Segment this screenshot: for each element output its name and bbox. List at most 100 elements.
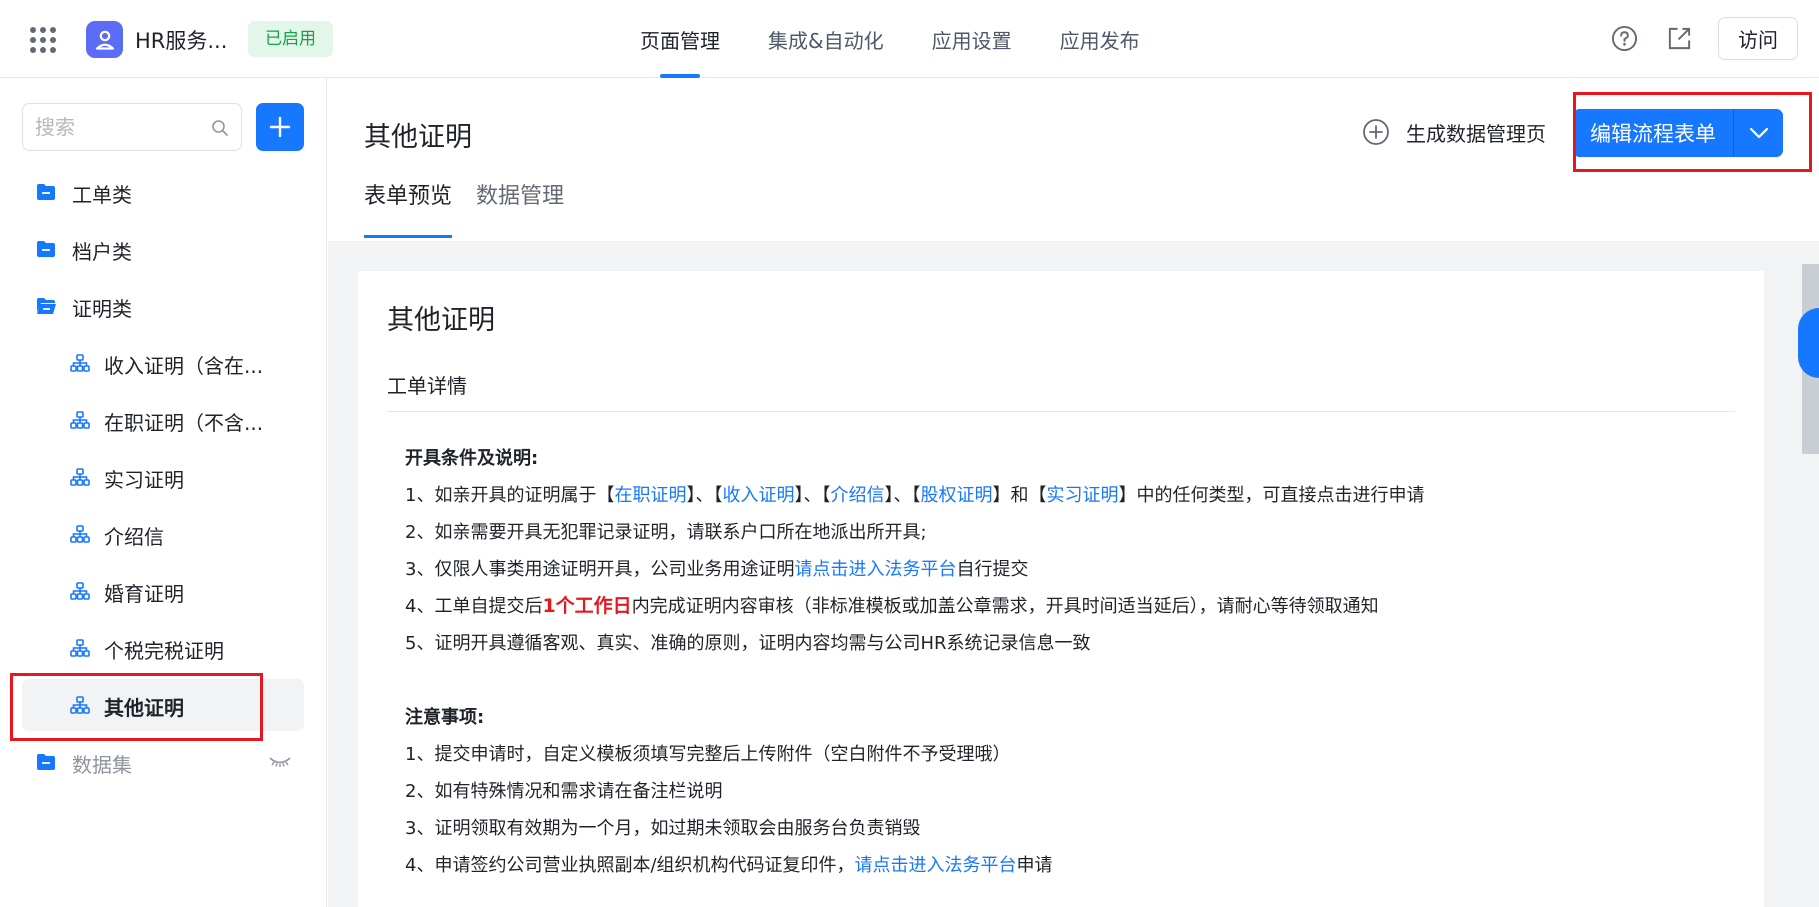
app-name[interactable]: HR服务... <box>135 25 227 55</box>
folder-open-icon <box>37 298 56 314</box>
sidebar-item-label: 数据集 <box>72 753 132 777</box>
eye-closed-icon[interactable] <box>268 754 292 770</box>
flow-icon <box>70 411 90 429</box>
folder-icon <box>37 241 55 257</box>
form-title: 其他证明 <box>387 305 495 336</box>
folder-icon <box>37 184 55 200</box>
text: 】中的任何类型，可直接点击进行申请 <box>1118 485 1425 506</box>
sidebar-item-income-proof[interactable]: 收入证明（含在... <box>22 337 304 389</box>
flow-icon <box>70 525 90 543</box>
sidebar-item-label: 证明类 <box>72 297 132 321</box>
sidebar-item-internship-proof[interactable]: 实习证明 <box>22 451 304 503</box>
chevron-down-icon <box>1749 127 1768 139</box>
text: 】、【 <box>794 485 831 506</box>
sidebar-item-ticket[interactable]: 工单类 <box>22 166 304 218</box>
help-icon[interactable] <box>1611 25 1638 52</box>
edit-button-group: 编辑流程表单 <box>1573 109 1783 157</box>
text: 1、如亲开具的证明属于【 <box>405 485 615 506</box>
equity-proof-link[interactable]: 股权证明 <box>920 485 992 506</box>
sidebar-item-archive[interactable]: 档户类 <box>22 223 304 275</box>
sidebar-item-dataset[interactable]: 数据集 <box>22 736 304 788</box>
text: 自行提交 <box>956 559 1029 580</box>
text: 】、【 <box>884 485 921 506</box>
app-logo-icon <box>86 21 123 58</box>
edit-dropdown-button[interactable] <box>1734 109 1783 157</box>
flow-icon <box>70 582 90 600</box>
search-input[interactable] <box>35 112 205 142</box>
search-box[interactable] <box>22 103 242 151</box>
text: 】、【 <box>686 485 723 506</box>
search-icon <box>212 120 228 136</box>
generate-data-page-label: 生成数据管理页 <box>1406 121 1546 146</box>
text: 4、工单自提交后 <box>405 596 543 617</box>
flow-icon <box>70 468 90 486</box>
collapse-handle[interactable] <box>1798 308 1819 378</box>
text: 内完成证明内容审核（非标准模板或加盖公章需求，开具时间适当延后），请耐心等待领取… <box>631 596 1379 617</box>
sidebar-item-label: 其他证明 <box>104 696 184 720</box>
note-line-1: 1、提交申请时，自定义模板须填写完整后上传附件（空白附件不予受理哦） <box>405 744 1011 765</box>
edit-flow-form-button[interactable]: 编辑流程表单 <box>1573 109 1733 157</box>
sidebar-item-label: 介绍信 <box>104 525 164 549</box>
tab-app-publish[interactable]: 应用发布 <box>1060 0 1140 78</box>
sidebar-item-label: 在职证明（不含... <box>104 411 264 435</box>
sidebar-item-reference-letter[interactable]: 介绍信 <box>22 508 304 560</box>
tab-data-management[interactable]: 数据管理 <box>476 178 564 241</box>
sidebar-item-label: 婚育证明 <box>104 582 184 606</box>
visit-button[interactable]: 访问 <box>1718 17 1798 60</box>
text: 】和【 <box>992 485 1047 506</box>
sidebar-item-label: 工单类 <box>72 183 132 207</box>
income-proof-link[interactable]: 收入证明 <box>722 485 794 506</box>
condition-line-1: 1、如亲开具的证明属于【在职证明】、【收入证明】、【介绍信】、【股权证明】和【实… <box>405 477 1725 514</box>
main-area: 其他证明 生成数据管理页 编辑流程表单 表单预览 数据管理 其他证明 工单详情 … <box>328 78 1819 907</box>
flow-icon <box>70 639 90 657</box>
sidebar-item-certificate[interactable]: 证明类 <box>22 280 304 332</box>
sidebar-item-label: 档户类 <box>72 240 132 264</box>
sidebar-item-other-proof[interactable]: 其他证明 <box>22 679 304 731</box>
flow-icon <box>70 696 90 714</box>
section-label: 工单详情 <box>387 374 467 398</box>
folder-icon <box>37 754 55 770</box>
deadline-highlight: 1个工作日 <box>542 595 632 617</box>
generate-data-page-button[interactable]: 生成数据管理页 <box>1362 112 1546 152</box>
tab-page-management[interactable]: 页面管理 <box>640 0 720 78</box>
employment-proof-link[interactable]: 在职证明 <box>614 485 686 506</box>
legal-platform-link-2[interactable]: 请点击进入法务平台 <box>855 855 1017 876</box>
condition-line-5: 5、证明开具遵循客观、真实、准确的原则，证明内容均需与公司HR系统记录信息一致 <box>405 633 1091 654</box>
tab-app-settings[interactable]: 应用设置 <box>932 0 1012 78</box>
circle-plus-icon <box>1363 119 1389 145</box>
app-grid-icon[interactable] <box>30 27 56 53</box>
condition-line-2: 2、如亲需要开具无犯罪记录证明，请联系户口所在地派出所开具; <box>405 522 927 543</box>
reference-letter-link[interactable]: 介绍信 <box>830 485 884 506</box>
sidebar-item-tax-proof[interactable]: 个税完税证明 <box>22 622 304 674</box>
sidebar-item-employment-proof[interactable]: 在职证明（不含... <box>22 394 304 446</box>
add-page-button[interactable] <box>256 103 304 151</box>
top-nav: 页面管理 集成&自动化 应用设置 应用发布 <box>640 0 1188 78</box>
sidebar-item-label: 收入证明（含在... <box>104 354 264 378</box>
internship-proof-link[interactable]: 实习证明 <box>1046 485 1118 506</box>
sidebar: 工单类 档户类 证明类 收入证明（含在... 在职证明（不含... 实习证明 介… <box>0 78 327 907</box>
notes-heading: 注意事项: <box>405 707 485 728</box>
condition-line-4: 4、工单自提交后1个工作日内完成证明内容审核（非标准模板或加盖公章需求，开具时间… <box>405 588 1725 625</box>
note-line-4: 4、申请签约公司营业执照副本/组织机构代码证复印件，请点击进入法务平台申请 <box>405 847 1725 884</box>
form-description: 开具条件及说明: 1、如亲开具的证明属于【在职证明】、【收入证明】、【介绍信】、… <box>405 440 1725 884</box>
text: 3、仅限人事类用途证明开具，公司业务用途证明 <box>405 559 795 580</box>
form-preview-card: 其他证明 工单详情 开具条件及说明: 1、如亲开具的证明属于【在职证明】、【收入… <box>358 271 1764 907</box>
main-header: 其他证明 生成数据管理页 编辑流程表单 表单预览 数据管理 <box>328 78 1819 241</box>
sub-tabs: 表单预览 数据管理 <box>364 178 588 241</box>
conditions-heading: 开具条件及说明: <box>405 448 539 469</box>
tab-form-preview[interactable]: 表单预览 <box>364 178 453 241</box>
note-line-3: 3、证明领取有效期为一个月，如过期未领取会由服务台负责销毁 <box>405 818 921 839</box>
tab-integration-automation[interactable]: 集成&自动化 <box>768 0 884 78</box>
condition-line-3: 3、仅限人事类用途证明开具，公司业务用途证明请点击进入法务平台自行提交 <box>405 551 1725 588</box>
plus-icon <box>269 116 291 138</box>
sidebar-item-marriage-proof[interactable]: 婚育证明 <box>22 565 304 617</box>
status-badge: 已启用 <box>248 21 333 57</box>
legal-platform-link[interactable]: 请点击进入法务平台 <box>794 559 956 580</box>
top-bar: HR服务... 已启用 页面管理 集成&自动化 应用设置 应用发布 访问 <box>0 0 1819 78</box>
flow-icon <box>70 354 90 372</box>
external-link-icon[interactable] <box>1666 25 1693 52</box>
note-line-2: 2、如有特殊情况和需求请在备注栏说明 <box>405 781 723 802</box>
sidebar-item-label: 个税完税证明 <box>104 639 224 663</box>
page-title: 其他证明 <box>364 122 472 153</box>
